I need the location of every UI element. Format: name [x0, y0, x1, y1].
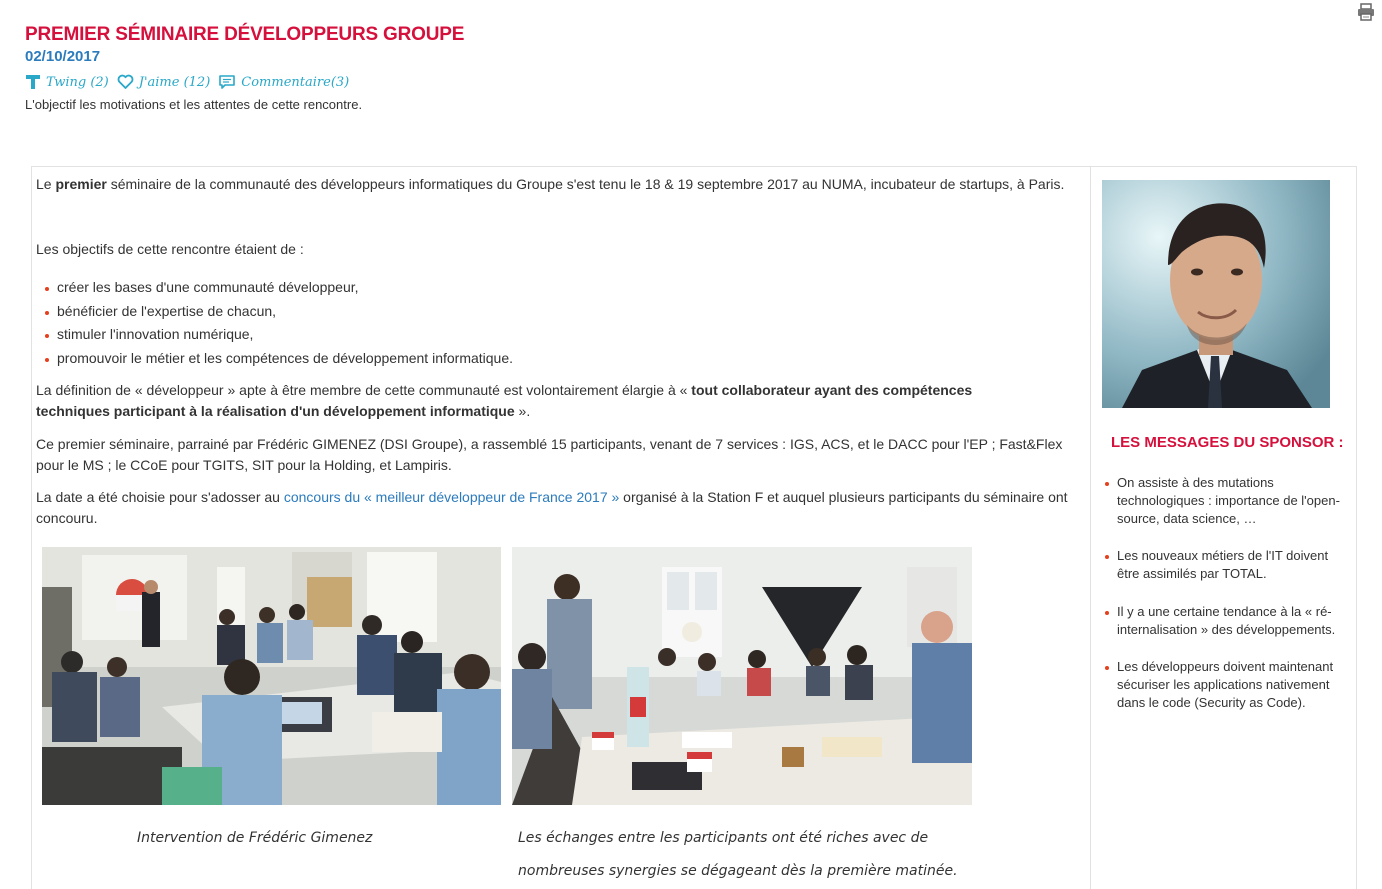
heart-icon [117, 74, 134, 90]
list-item: Il y a une certaine tendance à la « ré-i… [1102, 603, 1352, 658]
comments-label: Commentaire(3) [241, 74, 350, 90]
list-item: bénéficier de l'expertise de chacun, [36, 301, 513, 325]
article-summary: L'objectif les motivations et les attent… [25, 97, 363, 112]
objectives-intro: Les objectifs de cette rencontre étaient… [36, 241, 304, 257]
list-item: Les développeurs doivent maintenant sécu… [1102, 658, 1352, 712]
like-label: J'aime (12) [138, 74, 211, 90]
definition-prefix: La définition de « développeur » apte à … [36, 382, 692, 398]
social-bar: Twing (2) J'aime (12) Commentaire(3) [25, 72, 353, 92]
seminar-photo-participants [512, 547, 972, 805]
list-item: créer les bases d'une communauté dévelop… [36, 277, 513, 301]
page-title: PREMIER SÉMINAIRE DÉVELOPPEURS GROUPE [25, 24, 465, 45]
column-divider [1090, 166, 1091, 889]
intro-bold: premier [55, 176, 107, 192]
comment-icon [218, 74, 236, 90]
list-item: Les nouveaux métiers de l'IT doivent êtr… [1102, 547, 1352, 603]
twing-button[interactable]: Twing (2) [25, 74, 109, 90]
definition-suffix: ». [514, 403, 531, 419]
sponsor-portrait [1102, 180, 1330, 408]
twing-icon [25, 74, 41, 90]
like-button[interactable]: J'aime (12) [117, 74, 211, 90]
comments-button[interactable]: Commentaire(3) [218, 74, 349, 90]
seminar-photo-presentation [42, 547, 501, 805]
intro-rest: séminaire de la communauté des développe… [106, 176, 1065, 192]
list-item: On assiste à des mutations technologique… [1102, 474, 1352, 547]
definition-paragraph: La définition de « développeur » apte à … [36, 380, 1046, 422]
list-item: promouvoir le métier et les compétences … [36, 348, 513, 372]
intro-prefix: Le [36, 176, 56, 192]
photo-caption-1: Intervention de Frédéric Gimenez [137, 830, 373, 846]
date-paragraph: La date a été choisie pour s'adosser au … [36, 487, 1084, 529]
contest-link[interactable]: concours du « meilleur développeur de Fr… [284, 489, 619, 505]
date-prefix: La date a été choisie pour s'adosser au [36, 489, 284, 505]
print-icon[interactable] [1356, 2, 1376, 22]
sponsor-title: LES MESSAGES DU SPONSOR : [1111, 434, 1344, 451]
publish-date: 02/10/2017 [25, 48, 101, 65]
intro-paragraph: Le premier séminaire de la communauté de… [36, 174, 1084, 195]
twing-label: Twing (2) [46, 74, 109, 90]
sponsor-messages: On assiste à des mutations technologique… [1102, 474, 1352, 712]
photo-caption-2: Les échanges entre les participants ont … [518, 830, 958, 879]
objectives-list: créer les bases d'une communauté dévelop… [36, 277, 513, 372]
list-item: stimuler l'innovation numérique, [36, 324, 513, 348]
seminar-paragraph: Ce premier séminaire, parrainé par Frédé… [36, 436, 1063, 473]
